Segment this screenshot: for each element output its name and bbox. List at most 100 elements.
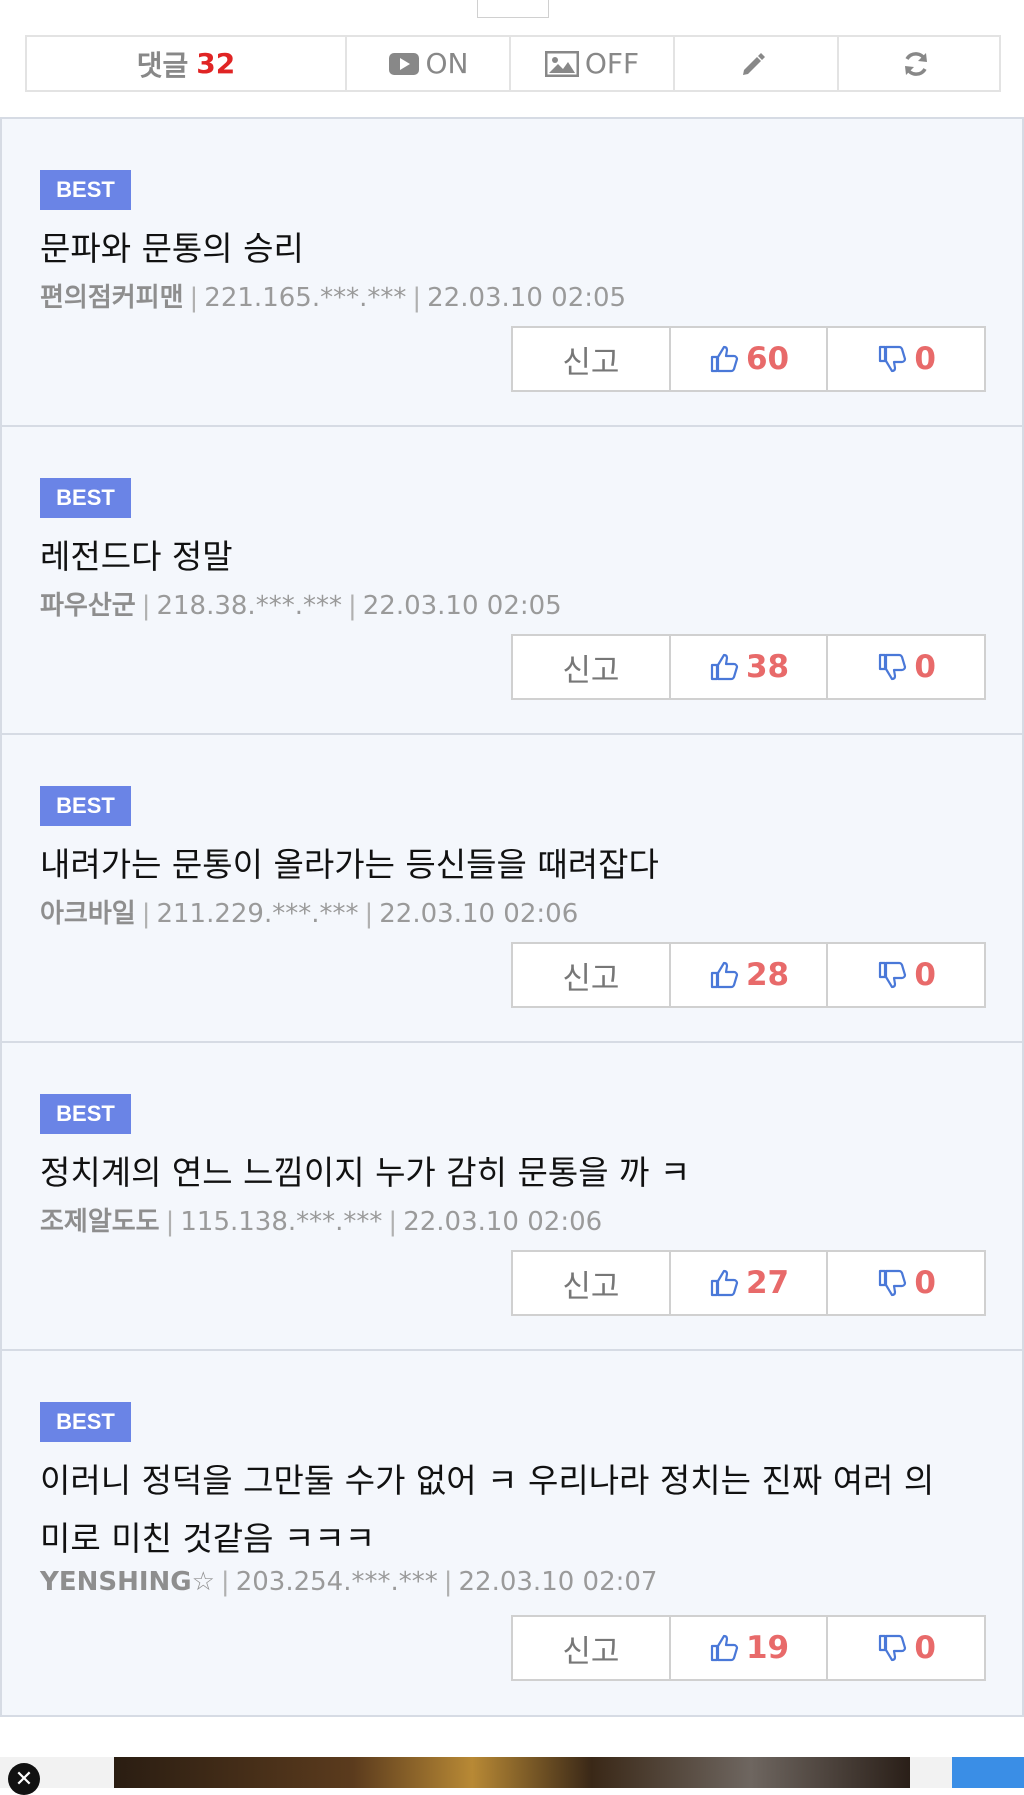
thumbs-down-icon bbox=[879, 1269, 907, 1297]
like-button[interactable]: 60 bbox=[671, 328, 829, 390]
image-toggle-label: OFF bbox=[584, 47, 640, 80]
dislike-count: 0 bbox=[914, 1630, 936, 1666]
like-count: 19 bbox=[745, 1630, 790, 1666]
dislike-button[interactable]: 0 bbox=[828, 636, 984, 698]
dislike-button[interactable]: 0 bbox=[828, 944, 984, 1006]
thumbs-down-icon bbox=[879, 1634, 907, 1662]
meta-separator: | bbox=[364, 899, 374, 929]
comment-item: BEST 문파와 문통의 승리 편의점커피맨 | 221.165.***.*** | 2… bbox=[0, 119, 1024, 427]
comment-date: 22.03.10 02:06 bbox=[379, 899, 579, 929]
comments-label: 댓글 bbox=[136, 48, 189, 82]
meta-separator: | bbox=[412, 283, 422, 313]
comment-author[interactable]: 조제알도도 bbox=[40, 1207, 160, 1237]
comment-ip: 203.254.***.*** bbox=[235, 1567, 438, 1597]
comment-item: BEST 이러니 정덕을 그만둘 수가 없어 ㅋ 우리나라 정치는 진짜 여러 … bbox=[0, 1351, 1024, 1717]
comments-count: 32 bbox=[196, 47, 236, 80]
comment-text: 이러니 정덕을 그만둘 수가 없어 ㅋ 우리나라 정치는 진짜 여러 의미로 미… bbox=[40, 1461, 935, 1558]
comment-actions: 신고 60 0 bbox=[511, 326, 986, 392]
like-button[interactable]: 19 bbox=[671, 1617, 829, 1679]
thumbs-down-icon bbox=[879, 653, 907, 681]
comment-item: BEST 내려가는 문통이 올라가는 등신들을 때려잡다 아크바일 | 211.22… bbox=[0, 735, 1024, 1043]
meta-separator: | bbox=[141, 591, 151, 621]
ad-close-icon[interactable]: ✕ bbox=[8, 1763, 40, 1795]
meta-separator: | bbox=[189, 283, 199, 313]
video-play-icon bbox=[388, 52, 419, 75]
refresh-button[interactable] bbox=[839, 37, 999, 90]
comment-ip: 211.229.***.*** bbox=[156, 899, 359, 929]
comment-actions: 신고 27 0 bbox=[511, 1250, 986, 1316]
best-badge: BEST bbox=[40, 1094, 131, 1134]
comment-meta: 조제알도도 | 115.138.***.*** | 22.03.10 02:06 bbox=[40, 1201, 602, 1238]
meta-separator: | bbox=[141, 899, 151, 929]
comment-date: 22.03.10 02:05 bbox=[362, 591, 562, 621]
meta-separator: | bbox=[347, 591, 357, 621]
top-tab-stub bbox=[477, 0, 549, 18]
thumbs-up-icon bbox=[710, 345, 739, 373]
dislike-count: 0 bbox=[914, 649, 936, 685]
comment-author[interactable]: 파우산군 bbox=[40, 591, 136, 621]
like-count: 28 bbox=[745, 957, 790, 993]
like-button[interactable]: 28 bbox=[671, 944, 829, 1006]
dislike-count: 0 bbox=[914, 341, 936, 377]
comment-author[interactable]: 아크바일 bbox=[40, 899, 136, 929]
dislike-button[interactable]: 0 bbox=[828, 1617, 984, 1679]
ad-side-block[interactable] bbox=[952, 1757, 1024, 1788]
like-count: 38 bbox=[745, 649, 790, 685]
comment-ip: 218.38.***.*** bbox=[156, 591, 342, 621]
dislike-count: 0 bbox=[914, 957, 936, 993]
comment-date: 22.03.10 02:05 bbox=[427, 283, 627, 313]
meta-separator: | bbox=[220, 1567, 230, 1597]
dislike-button[interactable]: 0 bbox=[828, 328, 984, 390]
comment-actions: 신고 28 0 bbox=[511, 942, 986, 1008]
comment-text: 레전드다 정말 bbox=[40, 537, 233, 576]
report-button[interactable]: 신고 bbox=[513, 328, 671, 390]
refresh-icon bbox=[905, 51, 927, 76]
thumbs-down-icon bbox=[879, 961, 907, 989]
write-comment-button[interactable] bbox=[675, 37, 839, 90]
thumbs-up-icon bbox=[710, 1634, 739, 1662]
comment-actions: 신고 19 0 bbox=[511, 1615, 986, 1681]
comment-item: BEST 레전드다 정말 파우산군 | 218.38.***.*** | 22.03.1… bbox=[0, 427, 1024, 735]
report-button[interactable]: 신고 bbox=[513, 944, 671, 1006]
video-toggle-button[interactable]: ON bbox=[347, 37, 511, 90]
like-button[interactable]: 38 bbox=[671, 636, 829, 698]
image-icon bbox=[544, 50, 579, 77]
meta-separator: | bbox=[443, 1567, 453, 1597]
report-button[interactable]: 신고 bbox=[513, 1252, 671, 1314]
dislike-count: 0 bbox=[914, 1265, 936, 1301]
meta-separator: | bbox=[165, 1207, 175, 1237]
thumbs-up-icon bbox=[710, 653, 739, 681]
ad-image[interactable] bbox=[114, 1757, 910, 1788]
video-toggle-label: ON bbox=[425, 47, 469, 80]
comment-meta: 편의점커피맨 | 221.165.***.*** | 22.03.10 02:05 bbox=[40, 277, 626, 314]
comment-date: 22.03.10 02:06 bbox=[403, 1207, 603, 1237]
comment-meta: YENSHING☆ | 203.254.***.*** | 22.03.10 02:07 bbox=[40, 1567, 657, 1597]
comment-toolbar: 댓글 32 ON OFF bbox=[25, 35, 1001, 92]
like-button[interactable]: 27 bbox=[671, 1252, 829, 1314]
comment-text: 정치계의 연느 느낌이지 누가 감히 문통을 까 ㅋ bbox=[40, 1153, 691, 1192]
thumbs-up-icon bbox=[710, 1269, 739, 1297]
comment-date: 22.03.10 02:07 bbox=[458, 1567, 658, 1597]
thumbs-up-icon bbox=[710, 961, 739, 989]
comment-text: 문파와 문통의 승리 bbox=[40, 229, 304, 268]
comment-author[interactable]: YENSHING☆ bbox=[40, 1567, 215, 1597]
meta-separator: | bbox=[388, 1207, 398, 1237]
report-button[interactable]: 신고 bbox=[513, 636, 671, 698]
comment-ip: 115.138.***.*** bbox=[180, 1207, 383, 1237]
comment-meta: 아크바일 | 211.229.***.*** | 22.03.10 02:06 bbox=[40, 893, 578, 930]
comment-actions: 신고 38 0 bbox=[511, 634, 986, 700]
best-comment-list: BEST 문파와 문통의 승리 편의점커피맨 | 221.165.***.*** | 2… bbox=[0, 117, 1024, 1717]
comment-meta: 파우산군 | 218.38.***.*** | 22.03.10 02:05 bbox=[40, 585, 562, 622]
thumbs-down-icon bbox=[879, 345, 907, 373]
comment-author[interactable]: 편의점커피맨 bbox=[40, 283, 184, 313]
comment-ip: 221.165.***.*** bbox=[204, 283, 407, 313]
bottom-ad-banner[interactable]: ✕ bbox=[0, 1757, 1024, 1795]
comment-item: BEST 정치계의 연느 느낌이지 누가 감히 문통을 까 ㅋ 조제알도도 | 11… bbox=[0, 1043, 1024, 1351]
pencil-icon bbox=[743, 52, 765, 75]
best-badge: BEST bbox=[40, 1402, 131, 1442]
image-toggle-button[interactable]: OFF bbox=[511, 37, 675, 90]
comments-count-tab[interactable]: 댓글 32 bbox=[27, 37, 347, 90]
dislike-button[interactable]: 0 bbox=[828, 1252, 984, 1314]
best-badge: BEST bbox=[40, 478, 131, 518]
report-button[interactable]: 신고 bbox=[513, 1617, 671, 1679]
